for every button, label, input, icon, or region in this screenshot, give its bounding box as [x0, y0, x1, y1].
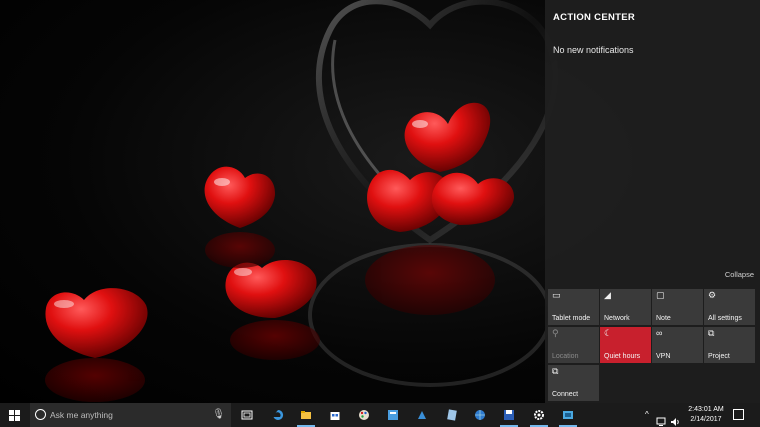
tile-tablet-mode[interactable]: ▭ Tablet mode	[548, 289, 599, 325]
store-icon	[330, 412, 340, 420]
clock[interactable]: 2:43:01 AM 2/14/2017	[686, 405, 726, 425]
windows-logo-icon	[9, 410, 20, 421]
gear-icon: ⚙	[708, 290, 717, 300]
save-button[interactable]	[497, 403, 521, 427]
tile-vpn[interactable]: ∞ VPN	[652, 327, 703, 363]
action-center-title: ACTION CENTER	[553, 12, 636, 23]
microphone-icon[interactable]: 🎙	[212, 409, 225, 420]
tile-note[interactable]: ▢ Note	[652, 289, 703, 325]
search-box[interactable]: Ask me anything 🎙	[30, 403, 231, 427]
tile-all-settings[interactable]: ⚙ All settings	[704, 289, 755, 325]
no-notifications-message: No new notifications	[553, 45, 634, 55]
task-view-icon	[241, 410, 253, 420]
tile-label: Location	[552, 353, 579, 360]
internet-icon	[475, 410, 485, 420]
edge-button[interactable]	[266, 403, 290, 427]
app-icon-3	[447, 409, 457, 421]
app-icon-1	[388, 410, 398, 420]
tile-project[interactable]: ⧉ Project	[704, 327, 755, 363]
paint-button[interactable]	[352, 403, 376, 427]
store-button[interactable]	[323, 403, 347, 427]
search-placeholder: Ask me anything	[50, 410, 113, 420]
volume-icon[interactable]	[670, 410, 680, 427]
action-center-panel: ACTION CENTER No new notifications Colla…	[545, 0, 760, 403]
tile-location[interactable]: ⚲ Location	[548, 327, 599, 363]
task-view-button[interactable]	[235, 403, 259, 427]
app-icon-4	[563, 411, 573, 419]
show-hidden-icons-chevron-up-icon[interactable]: ^	[645, 410, 649, 427]
location-icon: ⚲	[552, 328, 559, 338]
vpn-icon: ∞	[656, 328, 663, 338]
save-icon	[504, 410, 514, 420]
tile-label: Quiet hours	[604, 353, 641, 360]
tablet-icon: ▭	[552, 290, 561, 300]
tile-label: Note	[656, 315, 671, 322]
app-button-4[interactable]	[556, 403, 580, 427]
settings-button[interactable]	[527, 403, 551, 427]
file-explorer-button[interactable]	[294, 403, 318, 427]
app-button-1[interactable]	[381, 403, 405, 427]
tile-network[interactable]: ◢ Network	[600, 289, 651, 325]
tile-label: Tablet mode	[552, 315, 591, 322]
taskbar: Ask me anything 🎙 ^ 2:43:01 AM 2/14/2017	[0, 403, 760, 427]
clock-time: 2:43:01 AM	[688, 406, 724, 413]
connect-icon: ⧉	[552, 366, 559, 376]
project-icon: ⧉	[708, 328, 715, 338]
tile-label: All settings	[708, 315, 742, 322]
network-tray-icon[interactable]	[656, 410, 666, 427]
file-explorer-icon	[301, 411, 311, 419]
app-icon-2	[418, 411, 426, 419]
start-button[interactable]	[0, 403, 30, 427]
tile-label: Project	[708, 353, 730, 360]
tile-label: Connect	[552, 391, 579, 398]
tile-label: Network	[604, 315, 630, 322]
collapse-link[interactable]: Collapse	[725, 270, 754, 279]
tile-label: VPN	[656, 353, 671, 360]
moon-icon: ☾	[604, 328, 613, 338]
settings-icon	[534, 410, 544, 420]
paint-icon	[359, 410, 369, 420]
clock-date: 2/14/2017	[690, 416, 722, 423]
edge-icon	[273, 409, 284, 420]
app-button-3[interactable]	[440, 403, 464, 427]
action-center-notification-icon[interactable]	[733, 409, 744, 420]
internet-button[interactable]	[468, 403, 492, 427]
cortana-icon	[35, 409, 46, 420]
tile-connect[interactable]: ⧉ Connect	[548, 365, 599, 401]
network-icon: ◢	[604, 290, 611, 300]
note-icon: ▢	[656, 290, 665, 300]
app-button-2[interactable]	[410, 403, 434, 427]
tile-quiet-hours[interactable]: ☾ Quiet hours	[600, 327, 651, 363]
